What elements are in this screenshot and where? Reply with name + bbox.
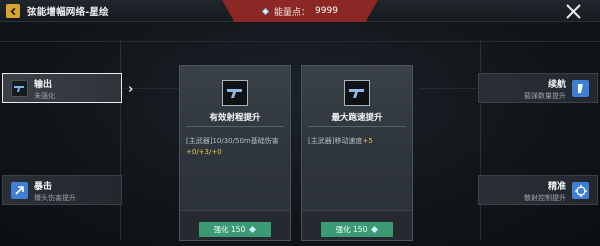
energy-points-display: 能量点： 9999 [222,0,378,22]
skill-card-name: 续航 [547,80,566,90]
energy-label: 能量点： [274,7,311,18]
chevron-left-icon [9,7,15,15]
enhance-button-label: 强化 150 [335,225,368,234]
chevron-right-icon: › [128,82,134,97]
divider [0,41,600,42]
pistol-icon [11,80,28,97]
enhance-button[interactable]: 强化 150 [199,222,271,237]
pistol-icon [222,80,248,106]
description-text: [主武器]10/30/50m基础伤害 [186,137,279,145]
pistol-icon [344,80,370,106]
panel-title: 最大跑速提升 [331,113,383,123]
skill-card-name: 输出 [34,80,53,90]
skill-card-desc: 散射控制提升 [524,194,566,202]
skill-card-desc: 爆头伤害提升 [34,194,76,202]
skill-card-desc: 未强化 [34,92,55,100]
upgrade-panel-speed: 最大跑速提升 [主武器]移动速度+5 强化 150 [301,65,413,241]
panel-description: [主武器]移动速度+5 [308,136,408,147]
skill-card-output[interactable]: 输出 未强化 [2,73,122,103]
energy-gem-icon [262,7,270,15]
connector-line [480,40,481,240]
skill-card-crit[interactable]: 暴击 爆头伤害提升 [2,175,122,205]
skill-card-name: 暴击 [34,182,53,192]
energy-value: 9999 [315,6,338,16]
magazine-icon [572,80,589,97]
enhance-button-label: 强化 150 [213,225,246,234]
divider [186,126,284,127]
panel-title: 有效射程提升 [209,113,261,123]
energy-gem-icon [249,226,257,233]
energy-gem-icon [371,226,379,233]
arrow-up-right-icon [11,182,28,199]
divider [308,126,406,127]
description-highlight: +5 [362,137,373,145]
description-highlight: +0/+3/+0 [186,148,222,156]
crosshair-icon [572,182,589,199]
connector-line [120,40,121,240]
back-button[interactable] [6,4,20,18]
skill-card-name: 精准 [547,182,566,192]
page-title: 弦能增幅网络-星绘 [27,7,109,18]
panel-description: [主武器]10/30/50m基础伤害 +0/+3/+0 [186,136,286,158]
enhance-button[interactable]: 强化 150 [321,222,393,237]
skill-card-endurance[interactable]: 续航 载弹数量提升 [478,73,598,103]
close-icon[interactable] [565,3,582,20]
skill-card-precision[interactable]: 精准 散射控制提升 [478,175,598,205]
upgrade-panel-range: 有效射程提升 [主武器]10/30/50m基础伤害 +0/+3/+0 强化 150 [179,65,291,241]
description-text: [主武器]移动速度 [308,137,363,145]
skill-card-desc: 载弹数量提升 [524,92,566,100]
connector-line [420,88,480,89]
